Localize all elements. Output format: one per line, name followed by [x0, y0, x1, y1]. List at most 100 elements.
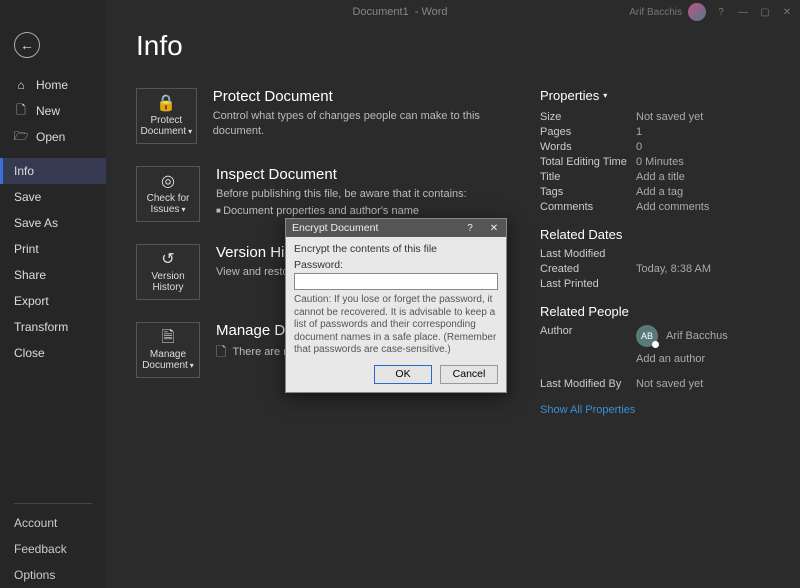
dialog-caution: Caution: If you lose or forget the passw… — [294, 294, 498, 357]
section-inspect: ◎ Check for Issues▾ Inspect Document Bef… — [136, 166, 516, 222]
prop-value: 1 — [636, 126, 770, 138]
related-people-header: Related People — [540, 304, 770, 319]
section-desc: Control what types of changes people can… — [213, 109, 516, 140]
chevron-down-icon: ▾ — [190, 361, 194, 370]
sidebar-item-label: Feedback — [14, 542, 67, 556]
tile-label: Protect Document — [141, 115, 187, 137]
sidebar-item-home[interactable]: ⌂ Home — [0, 72, 106, 98]
sidebar-item-label: Info — [14, 164, 34, 178]
prop-label: Last Printed — [540, 278, 636, 290]
sidebar-item-label: Save — [14, 190, 41, 204]
prop-label: Total Editing Time — [540, 156, 636, 168]
cancel-button[interactable]: Cancel — [440, 365, 498, 384]
add-author[interactable]: Add an author — [636, 353, 770, 365]
sidebar-item-label: Home — [36, 78, 68, 92]
info-right: Properties▾ SizeNot saved yet Pages1 Wor… — [540, 88, 770, 416]
related-dates-header: Related Dates — [540, 227, 770, 242]
prop-value[interactable]: Add comments — [636, 201, 770, 213]
dates-grid: Last Modified CreatedToday, 8:38 AM Last… — [540, 248, 770, 290]
version-history-tile[interactable]: ↺ Version History — [136, 244, 200, 300]
sidebar-item-label: Options — [14, 568, 55, 582]
dialog-help-icon[interactable]: ? — [458, 219, 482, 237]
sidebar-item-label: Close — [14, 346, 45, 360]
sidebar-item-print[interactable]: Print — [0, 236, 106, 262]
sidebar-item-close[interactable]: Close — [0, 340, 106, 366]
section-title: Inspect Document — [216, 166, 467, 183]
author-name: Arif Bacchus — [666, 330, 728, 342]
sidebar-item-label: New — [36, 104, 60, 118]
password-label: Password: — [294, 259, 498, 271]
section-title: Protect Document — [213, 88, 516, 105]
sidebar-item-label: Transform — [14, 320, 68, 334]
history-icon: ↺ — [161, 251, 174, 269]
inspect-icon: ◎ — [161, 173, 175, 191]
section-protect: 🔒 Protect Document▾ Protect Document Con… — [136, 88, 516, 144]
tile-label: Manage Document — [142, 349, 188, 371]
tile-label: Version History — [151, 271, 184, 293]
sidebar-item-save[interactable]: Save — [0, 184, 106, 210]
sidebar-item-info[interactable]: Info — [0, 158, 106, 184]
page-title: Info — [136, 30, 770, 62]
check-issues-tile[interactable]: ◎ Check for Issues▾ — [136, 166, 200, 222]
properties-grid: SizeNot saved yet Pages1 Words0 Total Ed… — [540, 111, 770, 213]
sidebar-item-label: Save As — [14, 216, 58, 230]
sidebar-item-saveas[interactable]: Save As — [0, 210, 106, 236]
show-all-properties-link[interactable]: Show All Properties — [540, 404, 770, 416]
prop-value[interactable]: Add a title — [636, 171, 770, 183]
properties-header[interactable]: Properties▾ — [540, 88, 770, 103]
encrypt-dialog: Encrypt Document ? ✕ Encrypt the content… — [285, 218, 507, 393]
prop-label: Title — [540, 171, 636, 183]
sidebar-item-label: Account — [14, 516, 57, 530]
prop-label: Words — [540, 141, 636, 153]
sidebar-item-open[interactable]: 🗁 Open — [0, 124, 106, 150]
author-row[interactable]: AB Arif Bacchus — [636, 325, 770, 347]
dialog-body: Encrypt the contents of this file Passwo… — [286, 237, 506, 392]
sidebar-feedback[interactable]: Feedback — [0, 536, 106, 562]
sidebar-item-share[interactable]: Share — [0, 262, 106, 288]
open-icon: 🗁 — [14, 130, 28, 144]
dialog-instruction: Encrypt the contents of this file — [294, 243, 498, 255]
chevron-down-icon: ▾ — [188, 127, 192, 136]
sidebar-item-label: Print — [14, 242, 39, 256]
prop-value — [636, 278, 770, 290]
modified-value: Not saved yet — [636, 378, 770, 390]
people-grid: Author AB Arif Bacchus Add an author Las… — [540, 325, 770, 390]
sidebar-item-new[interactable]: 🗋 New — [0, 98, 106, 124]
section-desc: Before publishing this file, be aware th… — [216, 187, 467, 202]
prop-value: Not saved yet — [636, 111, 770, 123]
prop-value — [636, 248, 770, 260]
prop-value: 0 — [636, 141, 770, 153]
chevron-down-icon: ▾ — [181, 205, 185, 214]
manage-document-tile[interactable]: 🗎 Manage Document▾ — [136, 322, 200, 378]
prop-label: Pages — [540, 126, 636, 138]
chevron-down-icon: ▾ — [603, 91, 607, 100]
home-icon: ⌂ — [14, 78, 28, 92]
sidebar-item-transform[interactable]: Transform — [0, 314, 106, 340]
prop-label: Comments — [540, 201, 636, 213]
sidebar-item-export[interactable]: Export — [0, 288, 106, 314]
prop-label: Tags — [540, 186, 636, 198]
dialog-titlebar: Encrypt Document ? ✕ — [286, 219, 506, 237]
prop-label: Created — [540, 263, 636, 275]
modified-label: Last Modified By — [540, 378, 636, 390]
prop-value: 0 Minutes — [636, 156, 770, 168]
prop-value[interactable]: Add a tag — [636, 186, 770, 198]
author-label: Author — [540, 325, 636, 365]
back-button[interactable]: ← — [14, 32, 40, 58]
avatar-icon: AB — [636, 325, 658, 347]
doc-small-icon: 🗋 — [216, 344, 226, 359]
password-input[interactable] — [294, 273, 498, 290]
sidebar-options[interactable]: Options — [0, 562, 106, 588]
sidebar-item-label: Open — [36, 130, 65, 144]
new-icon: 🗋 — [14, 104, 28, 118]
sidebar-item-label: Export — [14, 294, 49, 308]
dialog-close-icon[interactable]: ✕ — [482, 219, 506, 237]
ok-button[interactable]: OK — [374, 365, 432, 384]
prop-label: Last Modified — [540, 248, 636, 260]
sidebar-item-label: Share — [14, 268, 46, 282]
divider — [14, 503, 92, 504]
lock-icon: 🔒 — [156, 95, 176, 113]
dialog-title-text: Encrypt Document — [292, 222, 378, 234]
protect-document-tile[interactable]: 🔒 Protect Document▾ — [136, 88, 197, 144]
sidebar-account[interactable]: Account — [0, 510, 106, 536]
